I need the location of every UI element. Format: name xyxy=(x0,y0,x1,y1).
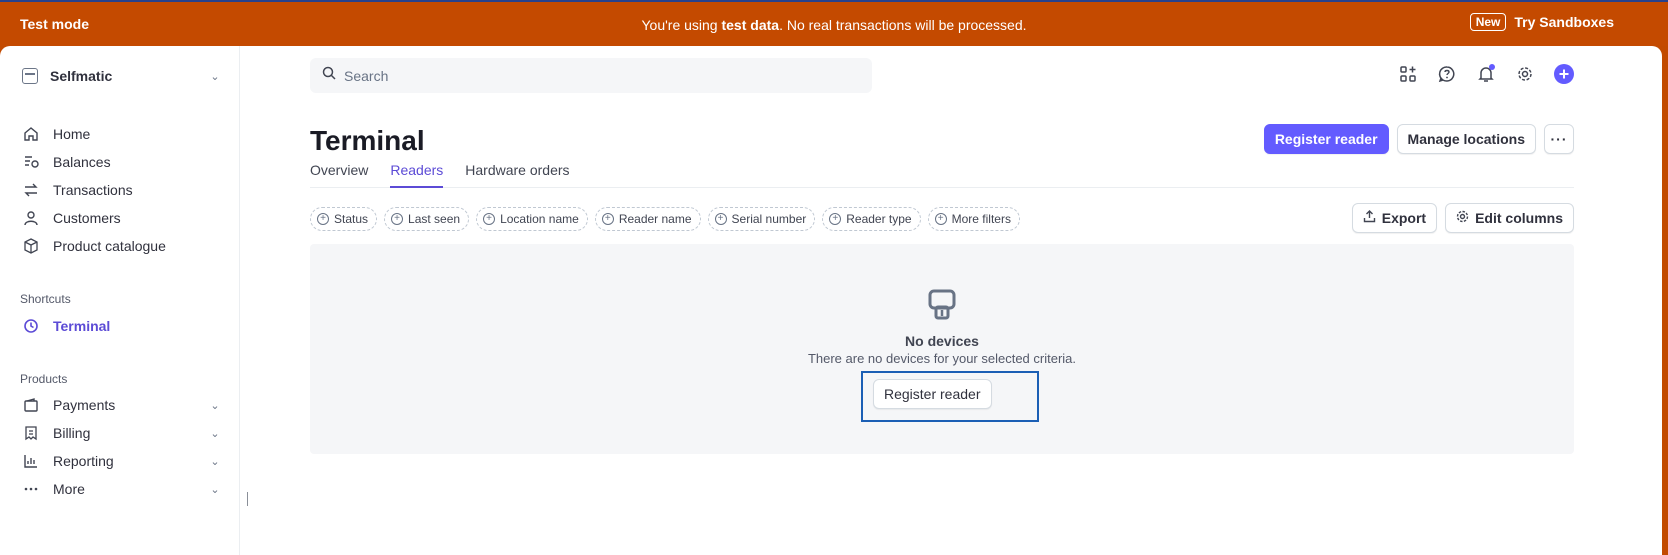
filter-more-filters[interactable]: + More filters xyxy=(927,207,1020,231)
empty-state-register-reader-button[interactable]: Register reader xyxy=(873,379,992,409)
tab-overview[interactable]: Overview xyxy=(310,162,368,188)
product-catalogue-icon xyxy=(22,237,40,255)
apps-icon[interactable] xyxy=(1398,64,1418,84)
shortcuts-section-label: Shortcuts xyxy=(20,292,71,306)
store-icon xyxy=(22,68,38,84)
test-data-message: You're using test data. No real transact… xyxy=(641,17,1027,33)
transactions-icon xyxy=(22,181,40,199)
card-reader-icon xyxy=(927,288,957,325)
sidebar: Selfmatic ⌄ Home Balances Transactions C… xyxy=(0,46,240,555)
list-actions: Export Edit columns xyxy=(1351,203,1574,233)
account-switcher[interactable]: Selfmatic ⌄ xyxy=(22,64,222,88)
sandbox-label[interactable]: Try Sandboxes xyxy=(1514,14,1614,30)
wallet-icon xyxy=(22,396,40,414)
sidebar-item-transactions[interactable]: Transactions xyxy=(22,177,222,203)
sidebar-item-product-catalogue[interactable]: Product catalogue xyxy=(22,233,222,259)
empty-state: No devices There are no devices for your… xyxy=(310,244,1574,454)
try-sandboxes-link[interactable]: New Try Sandboxes xyxy=(1469,13,1614,31)
main-content: Terminal Register reader Manage location… xyxy=(240,46,1662,555)
filter-reader-name[interactable]: + Reader name xyxy=(594,207,701,231)
plus-circle-icon: + xyxy=(829,213,842,225)
tab-readers[interactable]: Readers xyxy=(390,162,444,188)
export-button[interactable]: Export xyxy=(1351,203,1438,233)
manage-locations-button[interactable]: Manage locations xyxy=(1396,124,1536,154)
plus-circle-icon: + xyxy=(934,213,947,225)
filter-bar: + Status + Last seen + Location name + Reade… xyxy=(310,207,1020,231)
edit-columns-button[interactable]: Edit columns xyxy=(1445,203,1574,233)
sidebar-item-balances[interactable]: Balances xyxy=(22,149,222,175)
new-badge: New xyxy=(1469,13,1507,31)
account-name: Selfmatic xyxy=(50,68,113,84)
gear-icon[interactable] xyxy=(1515,64,1535,84)
notification-bell-icon[interactable] xyxy=(1476,64,1496,84)
clock-icon xyxy=(22,317,40,335)
header-actions: Register reader Manage locations ··· xyxy=(1263,124,1574,154)
notification-dot xyxy=(1489,64,1495,70)
register-reader-button[interactable]: Register reader xyxy=(1263,124,1389,154)
gear-icon xyxy=(1456,210,1469,226)
test-mode-banner: Test mode You're using test data. No rea… xyxy=(0,0,1668,46)
page-title: Terminal xyxy=(310,125,425,156)
export-icon xyxy=(1363,210,1376,226)
customers-icon xyxy=(22,209,40,227)
plus-circle-icon: + xyxy=(483,213,496,225)
help-icon[interactable] xyxy=(1437,64,1457,84)
plus-circle-icon: + xyxy=(714,213,727,225)
reporting-icon xyxy=(22,452,40,470)
filter-reader-type[interactable]: + Reader type xyxy=(822,207,921,231)
top-icons xyxy=(1398,64,1574,84)
sidebar-item-payments[interactable]: Payments ⌄ xyxy=(22,392,222,418)
filter-status[interactable]: + Status xyxy=(310,207,378,231)
sidebar-item-billing[interactable]: Billing ⌄ xyxy=(22,420,222,446)
tab-hardware-orders[interactable]: Hardware orders xyxy=(465,162,569,188)
chevron-down-icon: ⌄ xyxy=(210,399,220,412)
empty-state-title: No devices xyxy=(905,333,979,349)
products-section-label: Products xyxy=(20,372,68,386)
filter-last-seen[interactable]: + Last seen xyxy=(384,207,470,231)
dashboard-shell: Selfmatic ⌄ Home Balances Transactions C… xyxy=(0,46,1662,555)
search-input[interactable] xyxy=(344,67,824,84)
plus-circle-icon: + xyxy=(317,213,329,225)
ellipsis-icon xyxy=(22,480,40,498)
balances-icon xyxy=(22,153,40,171)
sidebar-item-more[interactable]: More ⌄ xyxy=(22,476,222,502)
empty-state-description: There are no devices for your selected c… xyxy=(807,351,1077,366)
home-icon xyxy=(22,125,40,143)
plus-circle-icon: + xyxy=(601,213,614,225)
sidebar-item-customers[interactable]: Customers xyxy=(22,205,222,231)
search-icon xyxy=(322,66,336,85)
plus-circle-icon: + xyxy=(391,213,404,225)
sidebar-item-terminal[interactable]: Terminal xyxy=(22,313,222,339)
create-plus-icon[interactable] xyxy=(1554,64,1574,84)
chevron-down-icon: ⌄ xyxy=(210,455,220,468)
chevron-down-icon: ⌄ xyxy=(210,70,220,83)
text-caret xyxy=(247,492,248,506)
sidebar-item-home[interactable]: Home xyxy=(22,121,222,147)
chevron-down-icon: ⌄ xyxy=(210,427,220,440)
search-bar[interactable] xyxy=(310,58,872,93)
filter-location-name[interactable]: + Location name xyxy=(476,207,588,231)
terminal-tabs: Overview Readers Hardware orders xyxy=(310,162,1574,188)
more-actions-button[interactable]: ··· xyxy=(1544,124,1574,154)
chevron-down-icon: ⌄ xyxy=(210,483,220,496)
sidebar-item-reporting[interactable]: Reporting ⌄ xyxy=(22,448,222,474)
filter-serial-number[interactable]: + Serial number xyxy=(707,207,816,231)
billing-icon xyxy=(22,424,40,442)
